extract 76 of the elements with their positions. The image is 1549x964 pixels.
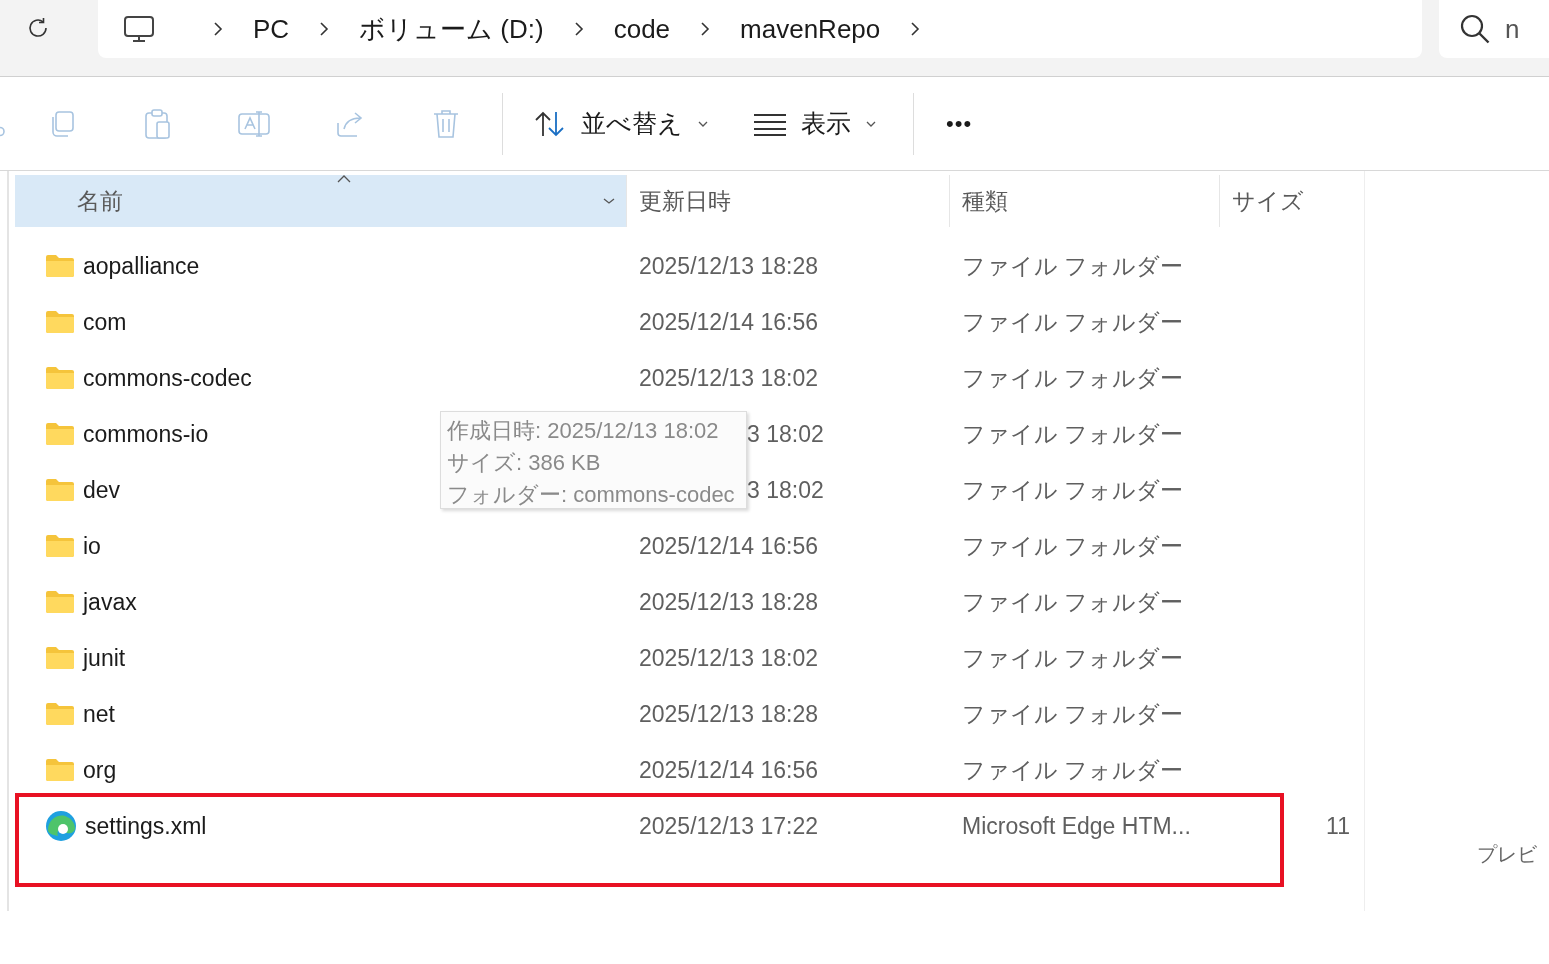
sort-button[interactable]: 並べ替え (517, 93, 725, 154)
tooltip-line: 作成日時: 2025/12/13 18:02 (447, 417, 720, 445)
file-name[interactable]: commons-io (83, 420, 209, 448)
folder-icon (45, 590, 75, 614)
modified-date: 2025/12/14 16:56 (639, 308, 819, 335)
folder-icon (45, 422, 75, 446)
browser-file-icon (45, 810, 77, 842)
file-name[interactable]: org (83, 756, 117, 784)
search-icon (1459, 13, 1491, 45)
breadcrumb[interactable]: code (613, 13, 671, 45)
tooltip-line: フォルダー: commons-codec (447, 481, 736, 509)
modified-date: 2025/12/13 18:28 (639, 588, 819, 615)
preview-label: プレビ (1477, 842, 1537, 867)
column-header[interactable]: 更新日時 (627, 175, 950, 227)
breadcrumb[interactable]: ボリューム (D:) (359, 11, 544, 47)
modified-date: 2025/12/13 18:28 (639, 700, 819, 727)
folder-icon (45, 254, 75, 278)
column-header[interactable]: サイズ (1220, 175, 1358, 227)
file-type: ファイル フォルダー (961, 419, 1185, 449)
file-name[interactable]: settings.xml (85, 812, 207, 840)
file-type: ファイル フォルダー (961, 251, 1185, 281)
caret-icon (865, 119, 877, 128)
file-type: Microsoft Edge HTM... (961, 812, 1192, 840)
column-header[interactable]: 名前 (15, 175, 627, 227)
file-name[interactable]: javax (83, 588, 137, 616)
address-bar[interactable]: PC ボリューム (D:) code mavenRepo (98, 0, 1422, 58)
modified-date: 3 18:02 (747, 476, 824, 504)
view-button[interactable]: 表示 (737, 93, 893, 154)
file-type: ファイル フォルダー (961, 363, 1185, 393)
file-name[interactable]: dev (83, 476, 121, 504)
modified-date: 3 18:02 (747, 420, 824, 448)
file-name[interactable]: commons-codec (83, 364, 252, 392)
file-name[interactable]: com (83, 308, 127, 336)
folder-icon (45, 310, 75, 334)
clipboard-icon (143, 107, 173, 140)
chevron-icon[interactable] (212, 21, 224, 37)
modified-date: 2025/12/14 16:56 (639, 532, 819, 559)
file-type: ファイル フォルダー (961, 475, 1185, 505)
chevron-icon[interactable] (909, 21, 922, 37)
file-type: ファイル フォルダー (961, 531, 1185, 561)
folder-icon (45, 534, 75, 558)
trash-icon (431, 107, 461, 140)
modified-date: 2025/12/13 17:22 (639, 812, 819, 839)
file-name[interactable]: aopalliance (83, 252, 200, 280)
modified-date: 2025/12/13 18:02 (639, 644, 819, 671)
column-header[interactable]: 種類 (950, 175, 1220, 227)
modified-date: 2025/12/13 18:28 (639, 252, 819, 279)
chevron-icon[interactable] (318, 21, 331, 37)
caret-icon[interactable] (602, 197, 616, 205)
file-name[interactable]: junit (83, 644, 126, 672)
rename-icon (237, 108, 271, 139)
file-type: ファイル フォルダー (961, 587, 1185, 617)
search-field[interactable]: n (1439, 0, 1549, 58)
file-size: 11 (1325, 812, 1351, 840)
file-name[interactable]: net (83, 700, 115, 728)
file-name[interactable]: io (83, 532, 101, 560)
breadcrumb[interactable]: PC (253, 13, 290, 45)
caret-icon (697, 119, 709, 128)
modified-date: 2025/12/13 18:02 (639, 364, 819, 391)
file-type: ファイル フォルダー (961, 643, 1185, 673)
tooltip-line: サイズ: 386 KB (447, 449, 602, 477)
file-type: ファイル フォルダー (961, 755, 1185, 785)
monitor-icon (123, 15, 155, 43)
folder-icon (45, 478, 75, 502)
folder-icon (45, 702, 75, 726)
folder-icon (45, 646, 75, 670)
breadcrumb[interactable]: mavenRepo (740, 13, 881, 45)
modified-date: 2025/12/14 16:56 (639, 756, 819, 783)
more-button[interactable]: ••• (928, 93, 991, 154)
folder-icon (45, 366, 75, 390)
file-type: ファイル フォルダー (961, 699, 1185, 729)
list-icon (753, 111, 787, 136)
chevron-icon[interactable] (699, 21, 712, 37)
chevron-icon[interactable] (572, 21, 585, 37)
folder-icon (45, 758, 75, 782)
file-type: ファイル フォルダー (961, 307, 1185, 337)
